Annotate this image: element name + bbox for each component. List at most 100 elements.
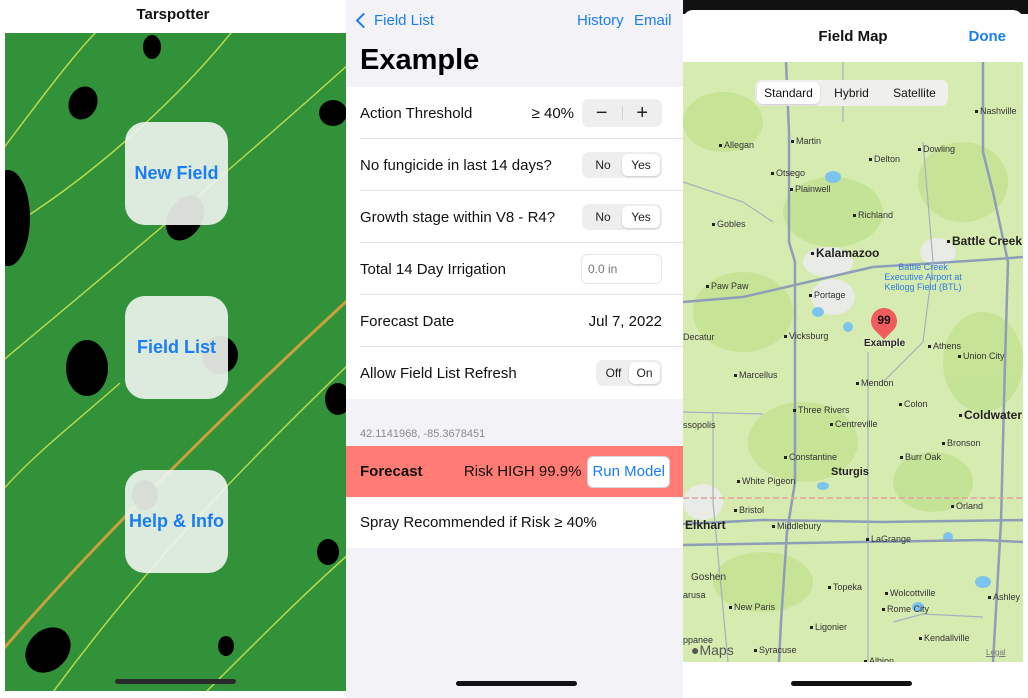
fungicide-no-option[interactable]: No <box>584 154 622 176</box>
city-label: Elkhart <box>685 518 726 532</box>
city-label: Portage <box>809 290 846 300</box>
navigation-bar: Field List History Email <box>346 12 683 34</box>
city-label: Martin <box>791 136 821 146</box>
city-label: Otsego <box>771 168 805 178</box>
field-map-screen: Field Map Done Standard Hybrid Satellite… <box>683 0 1028 698</box>
map-type-standard[interactable]: Standard <box>757 82 820 104</box>
map-type-hybrid[interactable]: Hybrid <box>820 82 883 104</box>
city-label: Nashville <box>975 106 1017 116</box>
map-sheet: Field Map Done Standard Hybrid Satellite… <box>683 10 1023 698</box>
back-button[interactable]: Field List <box>354 12 434 29</box>
city-label: Colon <box>899 399 928 409</box>
refresh-segmented-control: Off On <box>596 360 662 386</box>
increment-button[interactable]: + <box>623 102 663 125</box>
home-indicator <box>791 681 912 686</box>
new-field-button[interactable]: New Field <box>125 122 228 225</box>
city-label: Albion <box>864 656 894 662</box>
legal-link[interactable]: Legal <box>986 648 1006 657</box>
growth-yes-option[interactable]: Yes <box>622 206 660 228</box>
growth-stage-row: Growth stage within V8 - R4? No Yes <box>346 191 683 243</box>
city-label: Gobles <box>712 219 746 229</box>
city-label: Delton <box>869 154 900 164</box>
threshold-row: Action Threshold ≥ 40% − + <box>346 87 683 139</box>
city-label: Syracuse <box>754 645 797 655</box>
pin-label: Example <box>864 338 906 349</box>
irrigation-row: Total 14 Day Irrigation <box>346 243 683 295</box>
threshold-value: ≥ 40% <box>531 104 574 122</box>
refresh-on-option[interactable]: On <box>629 362 660 384</box>
forecast-date-label: Forecast Date <box>360 312 455 330</box>
fungicide-segmented-control: No Yes <box>582 152 662 178</box>
city-label: Dowling <box>918 144 955 154</box>
done-button[interactable]: Done <box>969 28 1007 45</box>
forecast-date-value[interactable]: Jul 7, 2022 <box>589 313 662 330</box>
map-view[interactable]: Standard Hybrid Satellite Allegan Martin… <box>683 62 1023 662</box>
decrement-button[interactable]: − <box>582 102 622 125</box>
history-button[interactable]: History <box>577 12 624 29</box>
city-label: Bristol <box>734 505 764 515</box>
city-label: Allegan <box>719 140 754 150</box>
city-label: Orland <box>951 501 983 511</box>
city-label: White Pigeon <box>737 476 796 486</box>
home-indicator <box>456 681 577 686</box>
city-label: arusa <box>683 590 706 600</box>
city-label: Burr Oak <box>900 452 941 462</box>
field-detail-screen: Field List History Email Example Action … <box>346 0 683 698</box>
city-label: Wolcottville <box>885 588 935 598</box>
city-label: Decatur <box>683 332 715 342</box>
city-label: Athens <box>928 341 961 351</box>
forecast-label: Forecast <box>360 463 423 480</box>
forecast-row: Forecast Risk HIGH 99.9% Run Model <box>346 446 683 497</box>
fungicide-row: No fungicide in last 14 days? No Yes <box>346 139 683 191</box>
fungicide-label: No fungicide in last 14 days? <box>360 156 552 174</box>
city-label: Ligonier <box>810 622 847 632</box>
city-label: Sturgis <box>831 466 869 478</box>
email-button[interactable]: Email <box>634 12 672 29</box>
city-label: ssopolis <box>683 420 716 430</box>
maps-attribution: ●Maps <box>691 642 734 658</box>
irrigation-input[interactable] <box>581 254 662 284</box>
map-type-satellite[interactable]: Satellite <box>883 82 946 104</box>
city-label: Middlebury <box>772 521 821 531</box>
pin-risk-value: 99 <box>877 313 891 327</box>
run-model-button[interactable]: Run Model <box>587 455 670 488</box>
risk-value: Risk HIGH 99.9% <box>463 463 582 480</box>
spray-recommendation: Spray Recommended if Risk ≥ 40% <box>346 497 683 548</box>
threshold-stepper: − + <box>582 99 662 127</box>
city-label: Bronson <box>942 438 981 448</box>
refresh-off-option[interactable]: Off <box>598 362 629 384</box>
city-label: Centreville <box>830 419 878 429</box>
home-screen: Tarspotter New Field Field List Help & I… <box>0 0 346 698</box>
field-form: Action Threshold ≥ 40% − + No fungicide … <box>346 87 683 399</box>
city-label: Marcellus <box>734 370 778 380</box>
help-info-button[interactable]: Help & Info <box>125 470 228 573</box>
home-indicator <box>115 679 236 684</box>
city-label: Union City <box>958 351 1005 361</box>
back-label: Field List <box>374 12 435 29</box>
city-label: Vicksburg <box>784 331 828 341</box>
irrigation-label: Total 14 Day Irrigation <box>360 260 506 278</box>
refresh-row: Allow Field List Refresh Off On <box>346 347 683 399</box>
page-title: Example <box>360 44 480 76</box>
threshold-label: Action Threshold <box>360 104 473 122</box>
city-label: Constantine <box>784 452 837 462</box>
maps-attribution-text: Maps <box>699 642 734 658</box>
city-label: LaGrange <box>866 534 911 544</box>
city-label: New Paris <box>729 602 775 612</box>
city-label: Kendallville <box>919 633 970 643</box>
forecast-date-row[interactable]: Forecast Date Jul 7, 2022 <box>346 295 683 347</box>
city-label: Rome City <box>882 604 929 614</box>
airport-label: Battle Creek Executive Airport at Kellog… <box>884 262 962 292</box>
fungicide-yes-option[interactable]: Yes <box>622 154 660 176</box>
map-type-control: Standard Hybrid Satellite <box>755 80 948 106</box>
city-label: Ashley <box>988 592 1020 602</box>
field-list-button[interactable]: Field List <box>125 296 228 399</box>
chevron-left-icon <box>355 12 372 29</box>
city-label: Battle Creek <box>947 234 1022 248</box>
growth-no-option[interactable]: No <box>584 206 622 228</box>
city-label: Richland <box>853 210 893 220</box>
coordinates-text: 42.1141968, -85.3678451 <box>360 428 486 440</box>
city-label: Mendon <box>856 378 894 388</box>
refresh-label: Allow Field List Refresh <box>360 364 517 382</box>
city-label: Three Rivers <box>793 405 850 415</box>
